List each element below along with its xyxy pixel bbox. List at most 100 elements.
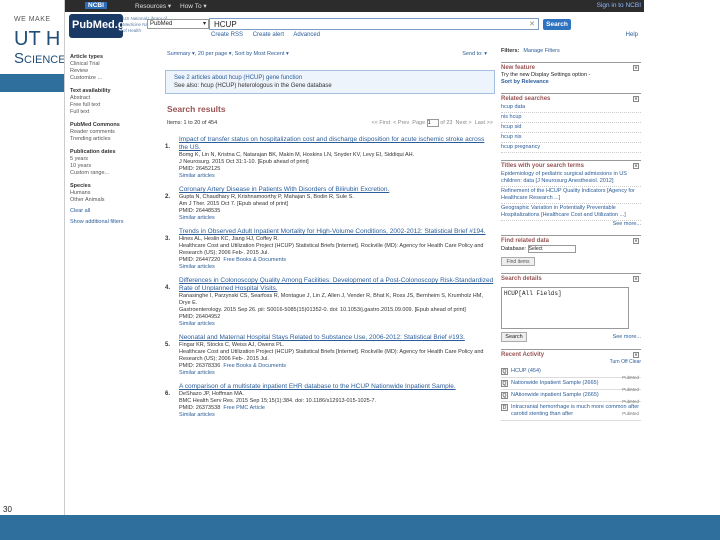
related-search-link[interactable]: hcup sid [501,123,641,133]
result-authors: Ranasinghe I, Parzynski CS, Searfoss R, … [179,293,483,306]
result-title-link[interactable]: Coronary Artery Disease in Patients With… [179,186,495,194]
sort-relevance-link[interactable]: Sort by Relevance [501,79,641,86]
filter-item[interactable]: Free full text [65,102,165,109]
close-icon[interactable]: ✕ [633,65,639,71]
similar-articles-link[interactable]: Similar articles [179,173,495,180]
close-icon[interactable]: ✕ [633,238,639,244]
create-alert-link[interactable]: Create alert [253,32,284,38]
filter-item[interactable]: 10 years [65,163,165,170]
turn-off-link[interactable]: Turn Off [610,359,628,365]
search-button[interactable]: Search [543,19,571,30]
similar-articles-link[interactable]: Similar articles [179,321,495,328]
page-count: of 23 [440,120,453,126]
similar-articles-link[interactable]: Similar articles [179,215,495,222]
clear-icon[interactable]: ✕ [529,20,535,28]
see-more-link[interactable]: See more... [501,221,641,228]
manage-filters-link[interactable]: Manage Filters [523,48,559,54]
similar-articles-link[interactable]: Similar articles [179,264,495,271]
pubmed-logo[interactable]: PubMed.gov [69,14,137,38]
prev-page-link[interactable]: < Prev [393,120,409,126]
next-page-link[interactable]: Next > [456,120,472,126]
search-input[interactable]: HCUP ✕ [209,18,539,30]
sort-select[interactable]: Sort by Most Recent ▾ [235,51,289,57]
search-details-textarea[interactable]: HCUP[All Fields] [501,287,629,329]
brand-tagline: WE MAKE [14,16,51,23]
howto-menu[interactable]: How To ▾ [180,2,207,10]
filter-item[interactable]: Abstract [65,95,165,102]
result-title-link[interactable]: Neonatal and Maternal Hospital Stays Rel… [179,334,495,342]
title-link[interactable]: Geographic Variation in Potentially Prev… [501,204,641,221]
filter-item[interactable]: Clinical Trial [65,61,165,68]
advanced-link[interactable]: Advanced [293,32,320,38]
page-label: Page [412,120,426,126]
create-rss-link[interactable]: Create RSS [211,32,243,38]
result-source: Gastroenterology. 2015 Sep 26. pii: S001… [179,307,466,313]
database-select[interactable]: PubMed [147,19,209,29]
close-icon[interactable]: ✕ [633,96,639,102]
show-additional-filters-link[interactable]: Show additional filters [65,219,165,226]
filter-item[interactable]: Customize ... [65,75,165,82]
related-search-link[interactable]: nis hcup [501,113,641,123]
filter-item[interactable]: Reader comments [65,129,165,136]
activity-item[interactable]: Q Nationwide Inpatient Sample (2665) PubMe… [501,378,641,392]
recent-activity-heading: Recent Activity ✕ [501,352,639,358]
signin-link[interactable]: Sign in to NCBI [597,2,641,9]
related-search-link[interactable]: hcup nis [501,133,641,143]
result-source: Healthcare Cost and Utilization Project … [179,349,484,362]
related-search-link[interactable]: hcup pregnancy [501,143,641,153]
page-number-input[interactable] [426,119,439,127]
filter-item[interactable]: Full text [65,109,165,116]
filter-item[interactable]: Other Animals [65,197,165,204]
filter-item[interactable]: Humans [65,190,165,197]
free-books-link[interactable]: Free Books & Documents [223,363,286,369]
filter-item[interactable]: 5 years [65,156,165,163]
filter-item[interactable]: Custom range... [65,170,165,177]
document-icon: D [501,404,508,411]
result-title-link[interactable]: Impact of transfer status on hospitaliza… [179,136,495,152]
see-more-link[interactable]: See more... [613,334,641,341]
filter-item[interactable]: Trending articles [65,136,165,143]
result-title-link[interactable]: A comparison of a multistate inpatient E… [179,383,495,391]
right-column: Filters: Manage Filters New feature ✕ Try … [501,48,641,421]
result-item: 5. Neonatal and Maternal Hospital Stays … [165,334,495,377]
result-title-link[interactable]: Trends in Observed Adult Inpatient Morta… [179,228,495,236]
slide-footer-band [0,515,720,540]
brand-name: UT H [14,28,61,50]
similar-articles-link[interactable]: Similar articles [179,370,495,377]
display-settings: Summary ▾, 20 per page ▾, Sort by Most R… [167,51,487,57]
close-icon[interactable]: ✕ [633,276,639,282]
gene-articles-link[interactable]: See 2 articles about hcup (HCUP) gene fu… [174,75,302,81]
send-to-menu[interactable]: Send to: ▾ [462,51,487,57]
ncbi-logo[interactable]: NCBI [85,2,107,9]
result-item: 6. A comparison of a multistate inpatien… [165,383,495,419]
result-title-link[interactable]: Differences in Colonoscopy Quality Among… [179,277,495,293]
result-pmid: PMID: 26373538 [179,405,221,411]
find-related-box: Find related data ✕ Database: Select Find… [501,235,641,266]
title-link[interactable]: Epidemiology of pediatric surgical admis… [501,170,641,187]
free-books-link[interactable]: Free Books & Documents [223,257,286,263]
activity-item[interactable]: Q HCUP (454) PubMed [501,366,641,380]
clear-activity-link[interactable]: Clear [629,359,641,365]
close-icon[interactable]: ✕ [633,163,639,169]
activity-item[interactable]: Q NAtionwide inpatient Sample (2665) PubMe… [501,390,641,404]
clear-all-link[interactable]: Clear all [65,208,165,215]
title-link[interactable]: Refinement of the HCUP Quality Indicator… [501,187,641,204]
result-authors: DeShazo JP, Hoffman MA. [179,391,244,397]
related-database-select[interactable]: Select [527,245,576,253]
similar-articles-link[interactable]: Similar articles [179,412,495,419]
last-page-link[interactable]: Last >> [475,120,493,126]
format-select[interactable]: Summary ▾ [167,51,195,57]
result-item: 3. Trends in Observed Adult Inpatient Mo… [165,228,495,271]
filter-item[interactable]: Review [65,68,165,75]
result-source: Am J Ther. 2015 Oct 7. [Epub ahead of pr… [179,201,289,207]
close-icon[interactable]: ✕ [633,352,639,358]
find-items-button[interactable]: Find items [501,257,535,266]
activity-item[interactable]: D Intracranial hemorrhage is much more co… [501,402,641,421]
help-link[interactable]: Help [626,32,638,38]
resources-menu[interactable]: Resources ▾ [135,2,171,10]
details-search-button[interactable]: Search [501,332,527,342]
related-search-link[interactable]: hcup data [501,103,641,113]
free-pmc-link[interactable]: Free PMC Article [223,405,265,411]
per-page-select[interactable]: 20 per page ▾ [198,51,232,57]
first-page-link[interactable]: << First [371,120,390,126]
